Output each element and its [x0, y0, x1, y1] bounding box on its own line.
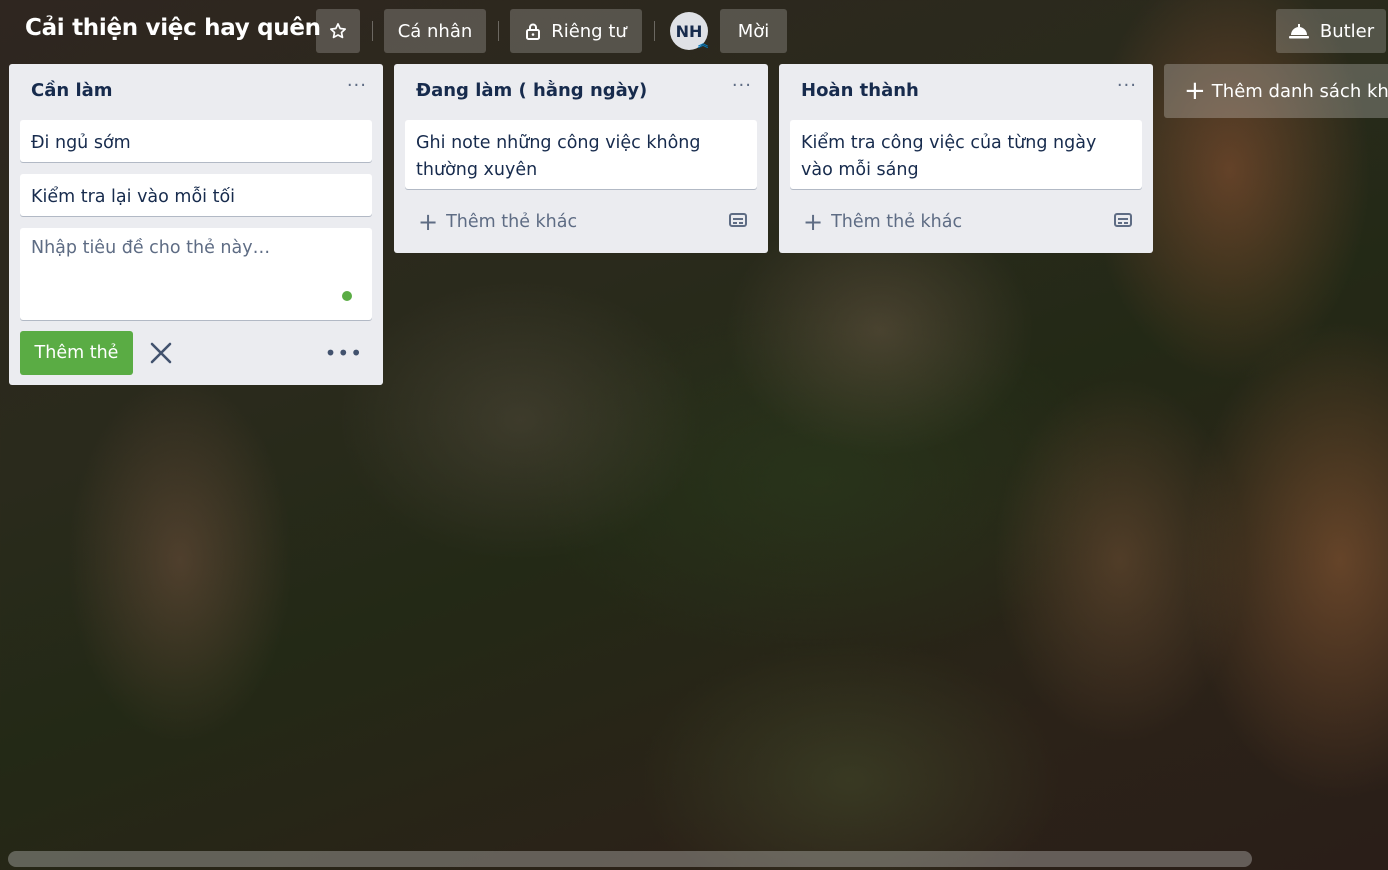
list-dang-lam: Đang làm ( hằng ngày) ··· Ghi note những… — [394, 64, 768, 253]
add-card-button[interactable]: Thêm thẻ — [20, 331, 133, 375]
butler-label: Butler — [1319, 20, 1375, 42]
board-header: Cải thiện việc hay quên Cá nhân Riêng tư… — [0, 9, 1388, 53]
card[interactable]: Ghi note những công việc không thường xu… — [405, 120, 757, 189]
status-dot-icon — [342, 291, 352, 301]
private-label: Riêng tư — [551, 20, 627, 42]
plus-icon: + — [1184, 76, 1206, 106]
list-menu-button[interactable]: ··· — [1117, 77, 1137, 95]
header-divider — [372, 21, 373, 41]
plus-icon: + — [418, 208, 439, 236]
personal-button[interactable]: Cá nhân — [384, 9, 486, 53]
list-title[interactable]: Hoàn thành — [801, 80, 919, 101]
list-menu-button[interactable]: ··· — [347, 77, 367, 95]
close-composer-button[interactable] — [148, 340, 174, 366]
card[interactable]: Đi ngủ sớm — [20, 120, 372, 162]
admin-chevron-icon: ︽ — [698, 39, 708, 50]
add-another-card-button[interactable]: + Thêm thẻ khác — [418, 210, 577, 234]
list-hoan-thanh: Hoàn thành ··· Kiểm tra công việc của từ… — [779, 64, 1153, 253]
card[interactable]: Kiểm tra công việc của từng ngày vào mỗi… — [790, 120, 1142, 189]
horizontal-scrollbar[interactable] — [8, 851, 1252, 867]
list-title[interactable]: Cần làm — [31, 80, 113, 101]
invite-label: Mời — [737, 20, 770, 42]
close-icon — [150, 342, 172, 364]
avatar[interactable]: NH ︽ — [670, 12, 708, 50]
add-another-label: Thêm thẻ khác — [831, 212, 963, 232]
star-button[interactable] — [316, 9, 360, 53]
butler-bell-icon — [1288, 24, 1309, 39]
card-title-input[interactable] — [31, 238, 361, 298]
add-list-label: Thêm danh sách khác — [1211, 80, 1388, 102]
invite-button[interactable]: Mời — [720, 9, 787, 53]
avatar-initials: NH — [675, 21, 703, 41]
header-divider — [498, 21, 499, 41]
board-title[interactable]: Cải thiện việc hay quên — [25, 15, 321, 41]
personal-label: Cá nhân — [397, 20, 473, 42]
private-button[interactable]: Riêng tư — [510, 9, 642, 53]
card[interactable]: Kiểm tra lại vào mỗi tối — [20, 174, 372, 216]
list-menu-button[interactable]: ··· — [732, 77, 752, 95]
card-template-icon[interactable] — [1113, 211, 1133, 229]
card-template-icon[interactable] — [728, 211, 748, 229]
star-icon — [330, 23, 346, 39]
add-list-button[interactable]: + Thêm danh sách khác — [1164, 64, 1388, 118]
composer-more-button[interactable]: ••• — [325, 343, 363, 363]
list-title[interactable]: Đang làm ( hằng ngày) — [416, 80, 647, 101]
butler-button[interactable]: Butler — [1276, 9, 1386, 53]
lock-icon — [526, 23, 541, 40]
header-divider — [654, 21, 655, 41]
card-composer — [20, 228, 372, 320]
add-another-label: Thêm thẻ khác — [446, 212, 578, 232]
add-another-card-button[interactable]: + Thêm thẻ khác — [803, 210, 962, 234]
list-can-lam: Cần làm ··· Đi ngủ sớm Kiểm tra lại vào … — [9, 64, 383, 385]
plus-icon: + — [803, 208, 824, 236]
